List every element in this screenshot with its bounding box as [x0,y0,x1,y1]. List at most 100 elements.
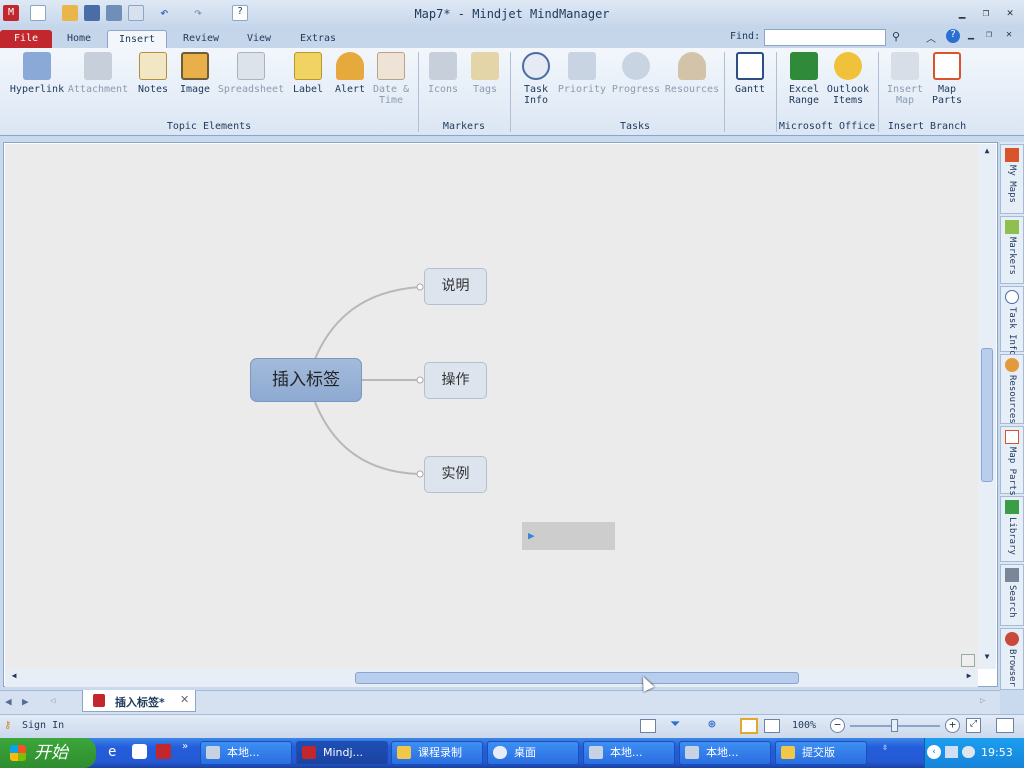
horizontal-scrollbar[interactable]: ◀ ▶ [5,669,978,687]
priority-button[interactable]: Priority [556,52,608,95]
vertical-scrollbar[interactable]: ▲ ▼ [978,144,996,669]
side-tab-search[interactable]: Search [1000,564,1024,626]
help-circle-icon[interactable]: ? [946,29,960,43]
taskbar-item-mindjet[interactable]: Mindj... [296,741,388,765]
scroll-down-icon[interactable]: ▼ [980,652,994,666]
map-view-icon[interactable] [740,718,758,734]
zoom-slider-thumb[interactable] [891,719,898,732]
close-tab-icon[interactable]: ✕ [180,693,189,706]
side-tab-browser[interactable]: Browser [1000,628,1024,690]
scroll-left-icon[interactable]: ◀ [7,671,21,685]
image-button[interactable]: Image [176,52,214,95]
tags-button[interactable]: Tags [466,52,504,95]
side-tab-task-info[interactable]: Task Info [1000,286,1024,356]
icons-button[interactable]: Icons [424,52,462,95]
binoculars-icon[interactable]: ⚲ [892,30,914,44]
side-tab-library[interactable]: Library [1000,496,1024,562]
notes-button[interactable]: Notes [134,52,172,95]
label-button[interactable]: Label [290,52,326,95]
tab-home[interactable]: Home [56,30,102,48]
scroll-up-icon[interactable]: ▲ [980,146,994,160]
nav-back-icon[interactable]: ◀ [5,695,12,708]
side-tab-my-maps[interactable]: My Maps [1000,144,1024,214]
separator [724,52,725,132]
horizontal-scroll-thumb[interactable] [355,672,799,684]
hyperlink-button[interactable]: Hyperlink [8,52,66,95]
restore-icon[interactable]: ❐ [978,6,994,20]
scroll-right-icon[interactable]: ▶ [962,671,976,685]
spreadsheet-button[interactable]: Spreadsheet [216,52,286,95]
doc-restore-icon[interactable]: ❐ [986,29,992,40]
sign-in-link[interactable]: Sign In [22,720,64,731]
close-icon[interactable]: ✕ [1002,6,1018,20]
side-tab-resources[interactable]: Resources [1000,354,1024,424]
zoom-out-icon[interactable]: − [830,718,845,733]
ie-icon[interactable]: e [108,744,124,760]
person-icon [1005,358,1019,372]
taskbar-item[interactable]: 本地... [200,741,292,765]
taskbar-item[interactable]: 本地... [679,741,771,765]
document-tab[interactable]: 插入标签* ✕ [82,690,196,712]
minimize-icon[interactable]: ▁ [954,6,970,20]
map-parts-button[interactable]: Map Parts [926,52,968,106]
panel-toggle-icon[interactable] [996,718,1014,733]
filter-icon[interactable]: ⏷ [670,717,680,732]
central-topic[interactable]: 插入标签 [250,358,362,402]
resources-button[interactable]: Resources [664,52,720,95]
tab-review[interactable]: Review [172,30,230,48]
outlook-items-button[interactable]: Outlook Items [826,52,870,106]
doc-close-icon[interactable]: ✕ [1006,29,1012,40]
network-icon[interactable] [945,746,958,758]
window-title: Map7* - Mindjet MindManager [414,7,610,21]
vertical-scroll-thumb[interactable] [981,348,993,482]
layout-icon[interactable] [640,719,656,733]
subtopic-3[interactable]: 实例 [424,456,487,493]
alert-button[interactable]: Alert [332,52,368,95]
markers-icon [1005,220,1019,234]
tab-extras[interactable]: Extras [290,30,346,48]
quick-launch-more-icon[interactable]: » [182,741,188,752]
group-topic-elements: Topic Elements [166,121,252,132]
fit-map-icon[interactable]: ⤢ [966,718,981,733]
focus-icon[interactable]: ⊛ [708,717,716,732]
outline-view-icon[interactable] [764,719,780,733]
tab-scroll-left-icon[interactable]: ◁ [50,696,55,706]
quick-launch-icon[interactable] [132,744,147,759]
group-markers: Markers [442,121,486,132]
gantt-button[interactable]: Gantt [730,52,770,95]
excel-range-button[interactable]: Excel Range [782,52,826,106]
subtopic-1[interactable]: 说明 [424,268,487,305]
tab-view[interactable]: View [236,30,282,48]
map-canvas[interactable]: 插入标签 说明 操作 实例 ▶ [5,144,978,669]
taskbar-overflow-icon[interactable]: ⇳ [882,742,888,753]
mindmanager-icon[interactable] [156,744,171,759]
tray-expand-icon[interactable]: ‹ [927,745,941,759]
start-button[interactable]: 开始 [0,738,96,768]
zoom-in-icon[interactable]: + [945,718,960,733]
task-info-button[interactable]: Task Info [516,52,556,106]
taskbar-item[interactable]: 桌面 [487,741,579,765]
insert-map-button[interactable]: Insert Map [884,52,926,106]
find-input[interactable] [764,29,886,46]
taskbar-item[interactable]: 本地... [583,741,675,765]
doc-minimize-icon[interactable]: ▁ [968,29,974,40]
tab-scroll-right-icon[interactable]: ▷ [980,696,985,706]
ribbon-collapse-icon[interactable]: ︿ [926,30,936,45]
taskbar-item[interactable]: 提交版 [775,741,867,765]
floating-placeholder[interactable]: ▶ [522,522,615,550]
volume-icon[interactable] [962,746,975,758]
side-tab-markers[interactable]: Markers [1000,216,1024,284]
tab-insert[interactable]: Insert [107,30,167,48]
date-time-button[interactable]: Date & Time [370,52,412,106]
overview-icon[interactable] [961,654,975,667]
separator [878,52,879,132]
progress-button[interactable]: Progress [610,52,662,95]
tag-label-icon [294,52,322,80]
tab-file[interactable]: File [0,30,52,48]
attachment-button[interactable]: Attachment [66,52,130,95]
play-triangle-icon: ▶ [528,529,535,542]
subtopic-2[interactable]: 操作 [424,362,487,399]
side-tab-map-parts[interactable]: Map Parts [1000,426,1024,496]
nav-forward-icon[interactable]: ▶ [22,695,29,708]
taskbar-item[interactable]: 课程录制 [391,741,483,765]
